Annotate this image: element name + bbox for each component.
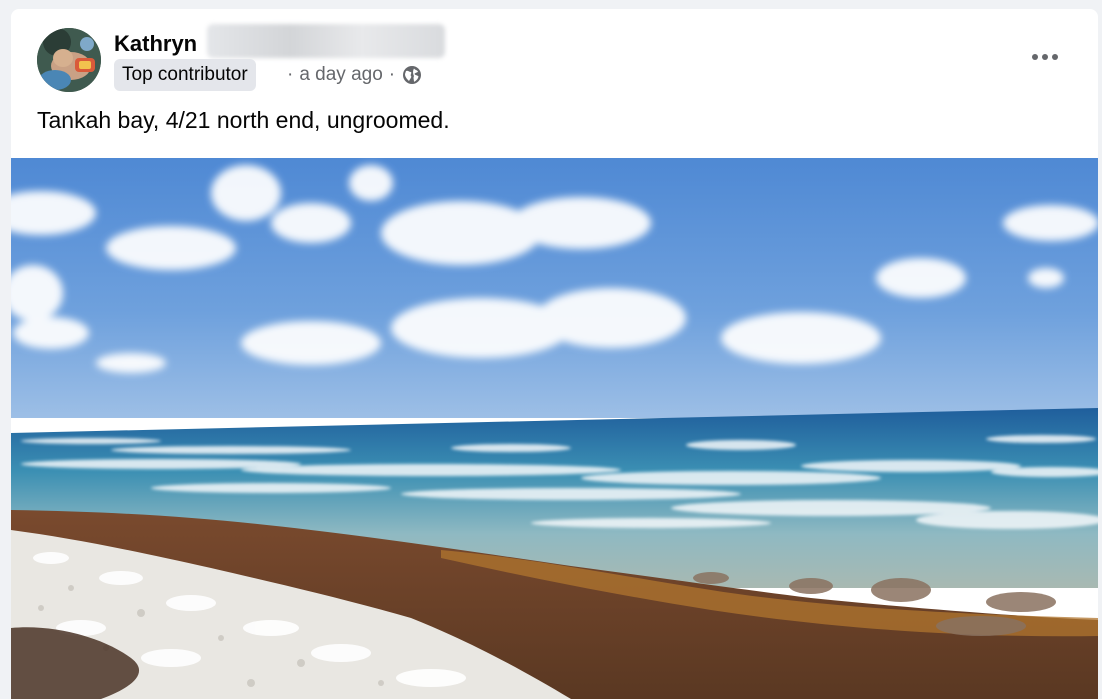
- post-timestamp[interactable]: a day ago: [299, 64, 382, 86]
- top-contributor-badge[interactable]: Top contributor: [114, 59, 256, 91]
- more-options-button[interactable]: [1023, 37, 1067, 77]
- avatar-image: [37, 28, 101, 92]
- post-photo[interactable]: [11, 158, 1098, 699]
- author-avatar[interactable]: [37, 28, 101, 92]
- post-card: Kathryn Top contributor · a day ago · Ta…: [11, 9, 1098, 699]
- meta-separator: ·: [388, 64, 396, 85]
- post-text: Tankah bay, 4/21 north end, ungroomed.: [37, 107, 450, 133]
- redacted-surname: [207, 24, 445, 58]
- globe-icon[interactable]: [402, 65, 422, 85]
- author-name[interactable]: Kathryn: [114, 31, 197, 57]
- more-options-icon: [1032, 54, 1058, 60]
- post-meta: · a day ago ·: [281, 64, 422, 86]
- meta-separator: ·: [287, 64, 294, 85]
